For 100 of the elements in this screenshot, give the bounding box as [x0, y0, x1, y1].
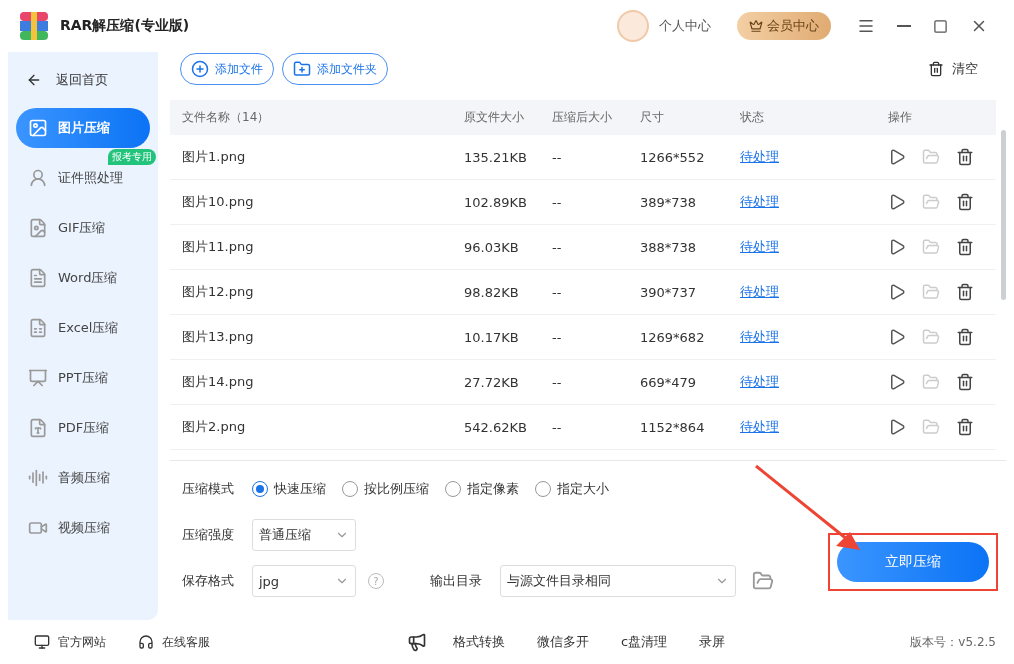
support-link[interactable]: 在线客服: [132, 632, 216, 652]
table-cell-text: 389*738: [640, 194, 698, 210]
back-home-button[interactable]: 返回首页: [16, 68, 150, 92]
table-cell-text: 1152*864: [640, 419, 706, 435]
status-link[interactable]: 待处理: [740, 328, 888, 346]
play-icon[interactable]: [888, 193, 906, 211]
delete-icon[interactable]: [956, 238, 974, 256]
status-link[interactable]: 待处理: [740, 418, 888, 436]
table-cell-text: --: [552, 239, 563, 255]
table-cell-text: 388*738: [640, 239, 698, 255]
table-cell-text: 图片13.png: [182, 328, 255, 346]
strength-select[interactable]: 普通压缩: [252, 519, 356, 551]
field-label: 压缩强度: [182, 526, 235, 544]
table-cell-text: 图片14.png: [182, 373, 255, 391]
radio-option[interactable]: 快速压缩: [252, 480, 326, 498]
vip-center-button[interactable]: 会员中心: [737, 12, 831, 40]
table-cell-text: --: [552, 329, 563, 345]
tool-link[interactable]: 录屏: [693, 632, 732, 652]
delete-icon[interactable]: [956, 283, 974, 301]
document-icon: [28, 268, 48, 288]
minimize-icon: [897, 25, 911, 27]
table-cell-text: --: [552, 284, 563, 300]
spreadsheet-icon: [28, 318, 48, 338]
app-logo-icon: [18, 10, 50, 42]
sidebar-item[interactable]: 图片压缩: [16, 108, 150, 148]
play-icon[interactable]: [888, 418, 906, 436]
tool-link[interactable]: 格式转换: [447, 632, 512, 652]
column-header: 尺寸: [640, 109, 665, 126]
table-cell-text: 390*737: [640, 284, 698, 300]
field-label: 输出目录: [430, 572, 483, 590]
delete-icon[interactable]: [956, 193, 974, 211]
status-link[interactable]: 待处理: [740, 238, 888, 256]
play-icon[interactable]: [888, 328, 906, 346]
person-icon: [28, 168, 48, 188]
delete-icon[interactable]: [956, 328, 974, 346]
sidebar-item[interactable]: Word压缩: [16, 258, 150, 298]
add-folder-button[interactable]: 添加文件夹: [282, 53, 388, 85]
column-header: 原文件大小: [464, 109, 525, 126]
table-cell-text: 542.62KB: [464, 419, 528, 435]
tool-link[interactable]: c盘清理: [615, 632, 674, 652]
output-select[interactable]: 与源文件目录相同: [500, 565, 736, 597]
clear-button[interactable]: 清空: [922, 59, 984, 79]
table-cell-text: 135.21KB: [464, 149, 528, 165]
table-cell-text: --: [552, 194, 563, 210]
column-header: 压缩后大小: [552, 109, 613, 126]
play-icon[interactable]: [888, 238, 906, 256]
delete-icon[interactable]: [956, 148, 974, 166]
file-icon: [28, 418, 48, 438]
play-icon[interactable]: [888, 148, 906, 166]
trash-icon: [928, 61, 944, 77]
folder-plus-icon: [293, 60, 311, 78]
audio-wave-icon: [28, 468, 48, 488]
sidebar-item[interactable]: 视频压缩: [16, 508, 150, 548]
start-compress-button[interactable]: 立即压缩: [837, 542, 989, 582]
website-link[interactable]: 官方网站: [28, 632, 112, 652]
monitor-icon: [34, 634, 50, 650]
table-cell-text: 669*479: [640, 374, 698, 390]
delete-icon[interactable]: [956, 373, 974, 391]
field-label: 压缩模式: [182, 480, 235, 498]
add-file-button[interactable]: 添加文件: [180, 53, 274, 85]
tool-link[interactable]: 微信多开: [531, 632, 596, 652]
headset-icon: [138, 634, 154, 650]
table-cell-text: 27.72KB: [464, 374, 520, 390]
megaphone-icon: [407, 632, 428, 652]
table-cell-text: 1269*682: [640, 329, 706, 345]
status-link[interactable]: 待处理: [740, 193, 888, 211]
table-cell-text: --: [552, 374, 563, 390]
status-link[interactable]: 待处理: [740, 373, 888, 391]
crown-icon: [749, 19, 763, 33]
table-cell-text: 图片12.png: [182, 283, 255, 301]
status-link[interactable]: 待处理: [740, 148, 888, 166]
play-icon[interactable]: [888, 283, 906, 301]
sidebar-item[interactable]: GIF压缩: [16, 208, 150, 248]
table-cell-text: 1266*552: [640, 149, 706, 165]
image-file-icon: [28, 218, 48, 238]
badge: 报考专用: [108, 149, 156, 165]
plus-icon: [191, 60, 209, 78]
sidebar-item[interactable]: PPT压缩: [16, 358, 150, 398]
user-center-link[interactable]: 个人中心: [659, 17, 711, 35]
sidebar-item[interactable]: Excel压缩: [16, 308, 150, 348]
table-cell-text: --: [552, 419, 563, 435]
sidebar-item[interactable]: 音频压缩: [16, 458, 150, 498]
format-select[interactable]: jpg: [252, 565, 356, 597]
play-icon[interactable]: [888, 373, 906, 391]
table-cell-text: 图片11.png: [182, 238, 255, 256]
maximize-icon: [933, 18, 948, 34]
mountain-icon: [28, 118, 48, 138]
status-link[interactable]: 待处理: [740, 283, 888, 301]
delete-icon[interactable]: [956, 418, 974, 436]
table-cell-text: 图片1.png: [182, 148, 247, 166]
presentation-icon: [28, 368, 48, 388]
radio-option[interactable]: 按比例压缩: [342, 480, 429, 498]
table-cell-text: 图片2.png: [182, 418, 247, 436]
table-cell-text: 96.03KB: [464, 239, 520, 255]
radio-option[interactable]: 指定大小: [535, 480, 609, 498]
version-text: 版本号：v5.2.5: [910, 633, 996, 651]
radio-option[interactable]: 指定像素: [445, 480, 519, 498]
folder-icon[interactable]: [752, 570, 774, 592]
sidebar-item[interactable]: PDF压缩: [16, 408, 150, 448]
window-title: RAR解压缩(专业版): [60, 17, 191, 35]
